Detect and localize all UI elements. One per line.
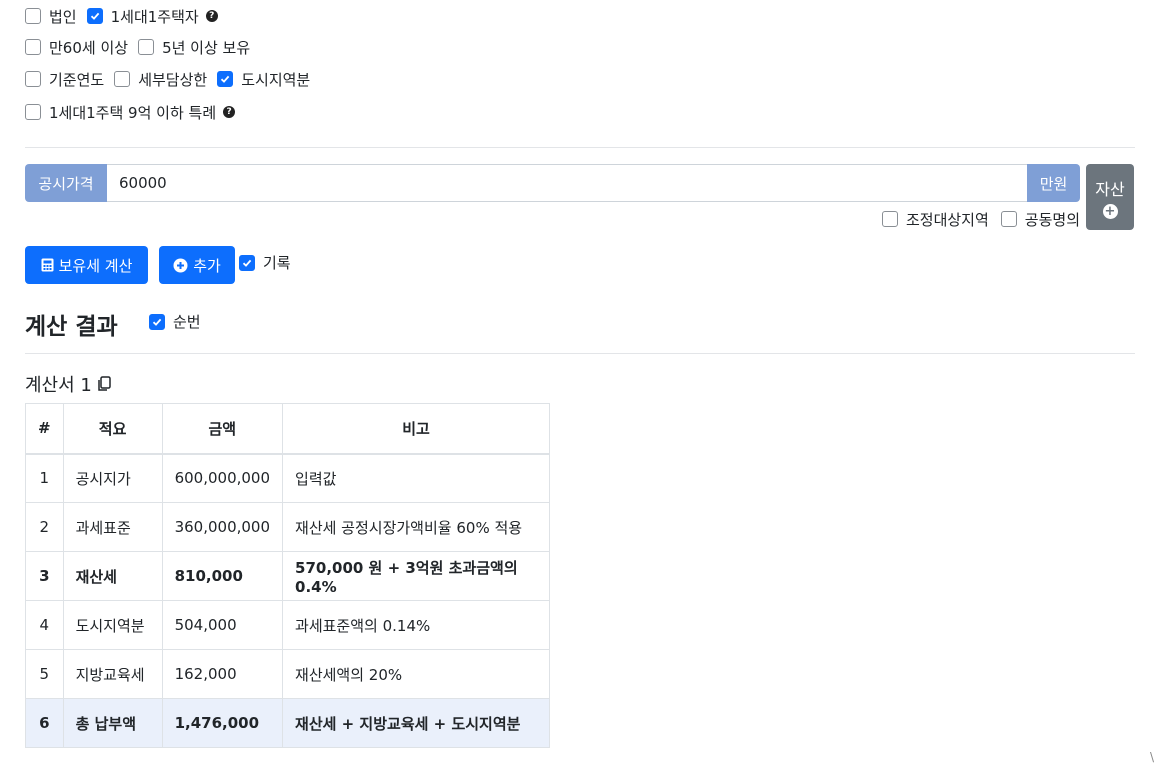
option-joint-ownership[interactable]: 공동명의 [1000, 209, 1080, 230]
row-item: 재산세 [62, 551, 163, 601]
copy-icon[interactable] [97, 376, 111, 392]
checkbox[interactable] [239, 254, 255, 271]
row-note: 재산세액의 20% [282, 649, 550, 699]
corner-mark: \ [1150, 750, 1154, 764]
checkbox[interactable] [881, 211, 898, 227]
row-amount: 600,000,000 [161, 453, 284, 503]
calculator-icon [41, 258, 54, 272]
row-number: 6 [25, 698, 64, 748]
table-row: 4 도시지역분 504,000 과세표준액의 0.14% [25, 600, 550, 650]
price-unit: 만원 [1027, 164, 1080, 202]
checkbox[interactable] [1000, 211, 1017, 227]
option-label: 법인 [49, 7, 77, 26]
checkbox[interactable] [86, 8, 103, 24]
column-header: 비고 [282, 403, 550, 455]
row-number: 2 [25, 502, 64, 552]
option-base-year[interactable]: 기준연도 [25, 69, 104, 90]
table-row-total: 6 총 납부액 1,476,000 재산세 + 지방교육세 + 도시지역분 [25, 698, 550, 748]
help-icon[interactable]: ? [223, 106, 236, 118]
result-heading: 계산 결과 [25, 314, 118, 340]
row-item: 도시지역분 [62, 600, 163, 650]
row-number: 1 [25, 453, 64, 503]
table-header-row: # 적요 금액 비고 [25, 403, 550, 455]
region-options: 조정대상지역 공동명의 [870, 208, 1080, 230]
row-note: 재산세 공정시장가액비율 60% 적용 [282, 502, 550, 552]
table-row: 2 과세표준 360,000,000 재산세 공정시장가액비율 60% 적용 [25, 502, 550, 552]
row-amount: 810,000 [161, 551, 284, 601]
option-special-900m[interactable]: 1세대1주택 9억 이하 특례 ? [25, 102, 236, 123]
option-age-60[interactable]: 만60세 이상 [25, 37, 128, 58]
sheet-title: 계산서 1 [25, 371, 111, 397]
row-number: 3 [25, 551, 64, 601]
option-one-house-household[interactable]: 1세대1주택자 ? [86, 6, 218, 27]
plus-circle-icon [173, 258, 188, 273]
checkbox[interactable] [25, 8, 41, 24]
row-amount: 360,000,000 [161, 502, 284, 552]
asset-button-label: 자산 [1095, 179, 1125, 199]
option-tax-cap[interactable]: 세부담상한 [114, 69, 207, 90]
option-corporation[interactable]: 법인 [25, 6, 77, 27]
option-row-4: 1세대1주택 9억 이하 특례 ? [25, 101, 245, 123]
checkbox[interactable] [25, 39, 41, 55]
option-label: 1세대1주택자 [110, 7, 199, 26]
row-note: 입력값 [282, 453, 550, 503]
row-number: 4 [25, 600, 64, 650]
divider [25, 147, 1135, 148]
checkbox[interactable] [138, 39, 155, 55]
option-label: 1세대1주택 9억 이하 특례 [49, 103, 217, 122]
option-label: 만60세 이상 [49, 38, 129, 57]
option-row-2: 만60세 이상 5년 이상 보유 [25, 36, 260, 58]
row-item: 과세표준 [62, 502, 163, 552]
option-label: 세부담상한 [138, 70, 208, 89]
row-item: 총 납부액 [62, 698, 163, 748]
checkbox[interactable] [217, 71, 234, 87]
checkbox[interactable] [25, 71, 41, 87]
option-label: 도시지역분 [241, 70, 311, 89]
add-button-label: 추가 [193, 256, 221, 275]
price-input[interactable] [107, 164, 1027, 202]
option-label: 기준연도 [49, 70, 105, 89]
option-urban-area[interactable]: 도시지역분 [217, 69, 310, 90]
result-table: # 적요 금액 비고 1 공시지가 600,000,000 입력값 2 과세표준… [25, 403, 550, 748]
column-header: 금액 [161, 403, 284, 455]
price-prefix: 공시가격 [25, 164, 107, 202]
option-label: 5년 이상 보유 [162, 38, 251, 57]
option-record[interactable]: 기록 [239, 252, 291, 273]
column-header: 적요 [62, 403, 163, 455]
add-button[interactable]: 추가 [159, 246, 235, 284]
option-row-1: 법인 1세대1주택자 ? [25, 5, 228, 27]
table-row: 3 재산세 810,000 570,000 원 + 3억원 초과금액의 0.4% [25, 551, 550, 601]
option-label: 순번 [173, 313, 201, 331]
checkbox[interactable] [25, 104, 41, 120]
option-label: 공동명의 [1024, 210, 1080, 229]
help-icon[interactable]: ? [205, 10, 218, 22]
table-row: 1 공시지가 600,000,000 입력값 [25, 453, 550, 503]
row-note: 과세표준액의 0.14% [282, 600, 550, 650]
row-number: 5 [25, 649, 64, 699]
row-amount: 162,000 [161, 649, 284, 699]
option-label: 조정대상지역 [905, 210, 989, 229]
checkbox[interactable] [114, 71, 131, 87]
row-item: 공시지가 [62, 453, 163, 503]
row-amount: 504,000 [161, 600, 284, 650]
option-label: 기록 [263, 254, 291, 272]
column-header: # [25, 403, 64, 455]
asset-button[interactable]: 자산 + [1086, 164, 1134, 230]
row-note: 570,000 원 + 3억원 초과금액의 0.4% [282, 551, 550, 601]
row-note: 재산세 + 지방교육세 + 도시지역분 [282, 698, 550, 748]
divider [25, 353, 1135, 354]
option-row-3: 기준연도 세부담상한 도시지역분 [25, 68, 320, 90]
price-input-group: 공시가격 만원 [25, 164, 1080, 202]
option-5-years[interactable]: 5년 이상 보유 [138, 37, 250, 58]
sheet-title-text: 계산서 1 [25, 375, 92, 396]
checkbox[interactable] [149, 313, 165, 330]
option-adjusted-area[interactable]: 조정대상지역 [881, 209, 989, 230]
plus-circle-icon: + [1102, 203, 1118, 219]
row-item: 지방교육세 [62, 649, 163, 699]
table-row: 5 지방교육세 162,000 재산세액의 20% [25, 649, 550, 699]
option-order-number[interactable]: 순번 [149, 311, 201, 332]
calculate-button-label: 보유세 계산 [58, 256, 133, 275]
calculate-button[interactable]: 보유세 계산 [25, 246, 148, 284]
row-amount: 1,476,000 [161, 698, 284, 748]
